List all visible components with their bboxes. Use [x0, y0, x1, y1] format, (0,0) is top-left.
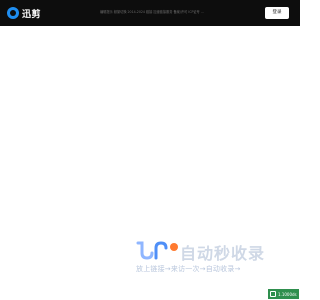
logo-text: 迅剪 — [22, 9, 42, 20]
login-button[interactable]: 登录 — [265, 7, 289, 19]
brand-slogan: 放上链接→来访一次→自动收录→ — [136, 265, 241, 273]
badge-text: 1.1000ds — [278, 291, 297, 297]
site-badge[interactable]: 1.1000ds — [268, 289, 299, 299]
header-notice-text: 编辑提示 频繁切换 2014-2024 链接 加速链接服务 备案/许可 ICP证… — [100, 10, 204, 14]
brand-banner[interactable]: 自动秒收录 放上链接→来访一次→自动收录→ — [136, 239, 280, 279]
top-navigation-bar: 迅剪 编辑提示 频繁切换 2014-2024 链接 加速链接服务 备案/许可 I… — [0, 0, 300, 26]
brand-title: 自动秒收录 — [180, 244, 266, 263]
site-logo[interactable]: 迅剪 — [7, 6, 41, 20]
logo-icon — [7, 7, 19, 19]
shield-icon — [270, 291, 276, 297]
brand-logo-icon — [136, 241, 178, 260]
